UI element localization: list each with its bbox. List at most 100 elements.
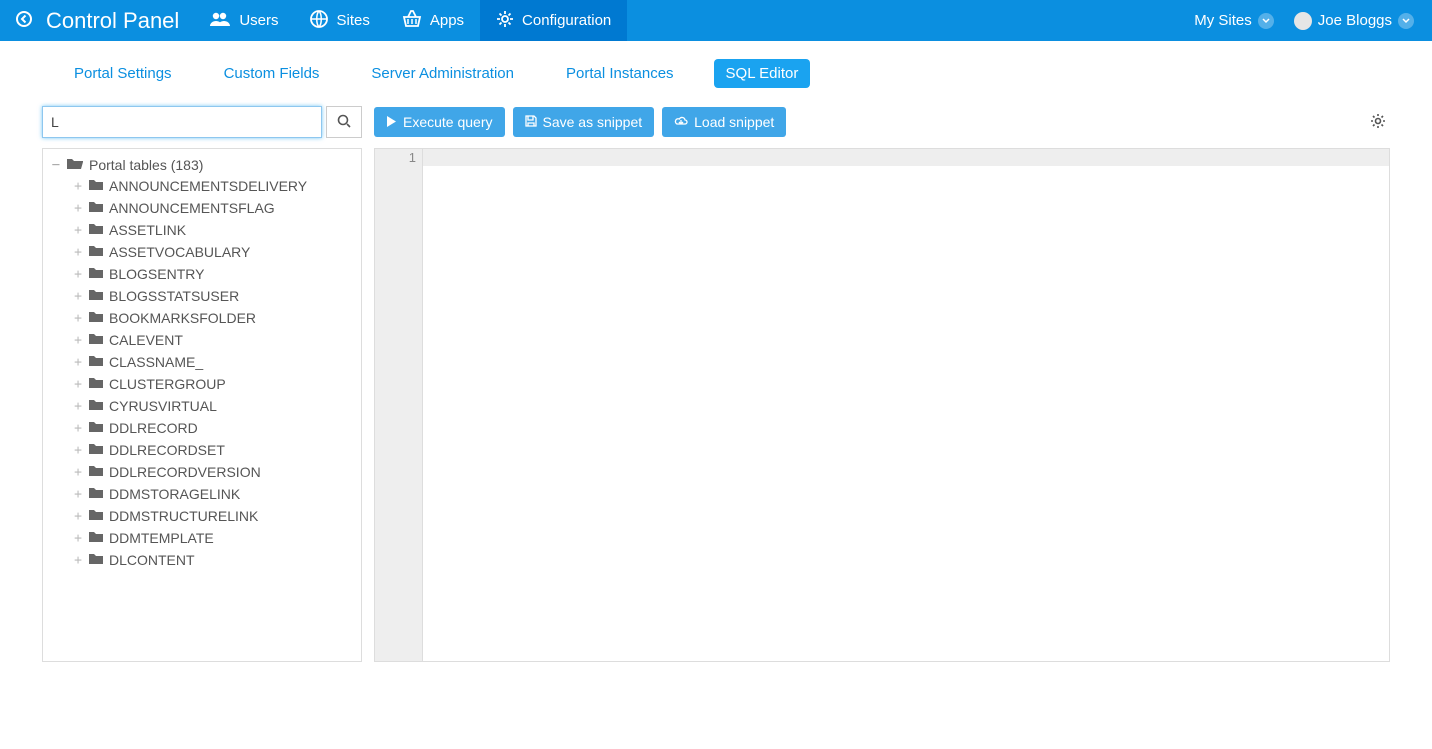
tree-item[interactable]: +DDLRECORDVERSION [69, 461, 357, 483]
collapse-icon[interactable]: − [51, 157, 61, 173]
save-label: Save as snippet [543, 114, 643, 130]
tree-item[interactable]: + ASSETVOCABULARY [69, 241, 357, 263]
tree-item-label: CLASSNAME_ [109, 354, 203, 370]
expand-icon[interactable]: + [73, 245, 83, 260]
folder-icon [89, 442, 103, 458]
tree-item[interactable]: +DDMTEMPLATE [69, 527, 357, 549]
expand-icon[interactable]: + [73, 487, 83, 502]
tree-item-label: ASSETLINK [109, 222, 186, 238]
chevron-down-icon [1398, 13, 1414, 29]
tree-item[interactable]: + BLOGSENTRY [69, 263, 357, 285]
execute-query-button[interactable]: Execute query [374, 107, 505, 137]
sql-editor[interactable]: 1 [374, 148, 1390, 662]
editor-settings-button[interactable] [1366, 109, 1390, 136]
save-snippet-button[interactable]: Save as snippet [513, 107, 655, 137]
tables-tree: − Portal tables (183) +ANNOUNCEMENTSDELI… [42, 148, 362, 662]
tree-item-label: ASSETVOCABULARY [109, 244, 250, 260]
tree-item-label: CLUSTERGROUP [109, 376, 226, 392]
main-area: − Portal tables (183) +ANNOUNCEMENTSDELI… [0, 106, 1432, 682]
tab-portal-instances[interactable]: Portal Instances [554, 59, 686, 88]
editor-code-area[interactable] [423, 149, 1389, 661]
tree-item-label: ANNOUNCEMENTSFLAG [109, 200, 275, 216]
nav-configuration-label: Configuration [522, 12, 611, 29]
load-label: Load snippet [694, 114, 774, 130]
nav-configuration[interactable]: Configuration [480, 0, 627, 41]
expand-icon[interactable]: + [73, 421, 83, 436]
folder-icon [89, 464, 103, 480]
left-column: − Portal tables (183) +ANNOUNCEMENTSDELI… [42, 106, 362, 662]
expand-icon[interactable]: + [73, 355, 83, 370]
expand-icon[interactable]: + [73, 311, 83, 326]
folder-icon [89, 508, 103, 524]
tab-custom-fields[interactable]: Custom Fields [212, 59, 332, 88]
save-icon [525, 114, 537, 130]
tab-server-administration[interactable]: Server Administration [359, 59, 526, 88]
line-number: 1 [381, 149, 416, 166]
tree-item[interactable]: +BLOGSSTATSUSER [69, 285, 357, 307]
folder-open-icon [67, 157, 83, 173]
globe-icon [310, 10, 328, 32]
nav-sites[interactable]: Sites [294, 0, 385, 41]
tree-item-label: DDMSTORAGELINK [109, 486, 240, 502]
gear-icon [1370, 116, 1386, 132]
avatar-icon [1294, 12, 1312, 30]
expand-icon[interactable]: + [73, 333, 83, 348]
back-button[interactable] [8, 11, 40, 30]
my-sites-label: My Sites [1194, 12, 1252, 29]
folder-icon [89, 288, 103, 304]
table-search-input[interactable] [42, 106, 322, 138]
tree-item[interactable]: + ANNOUNCEMENTSFLAG [69, 197, 357, 219]
tree-item-label: BOOKMARKSFOLDER [109, 310, 256, 326]
expand-icon[interactable]: + [73, 509, 83, 524]
tree-item-label: BLOGSENTRY [109, 266, 204, 282]
expand-icon[interactable]: + [73, 267, 83, 282]
expand-icon[interactable]: + [73, 553, 83, 568]
expand-icon[interactable]: + [73, 179, 83, 194]
folder-icon [89, 552, 103, 568]
expand-icon[interactable]: + [73, 201, 83, 216]
folder-icon [89, 486, 103, 502]
tree-item[interactable]: + DDMSTORAGELINK [69, 483, 357, 505]
my-sites-menu[interactable]: My Sites [1184, 12, 1284, 29]
tree-item[interactable]: + ASSETLINK [69, 219, 357, 241]
expand-icon[interactable]: + [73, 377, 83, 392]
execute-label: Execute query [403, 114, 493, 130]
tree-item[interactable]: + CALEVENT [69, 329, 357, 351]
folder-icon [89, 266, 103, 282]
expand-icon[interactable]: + [73, 399, 83, 414]
tree-item[interactable]: +CYRUSVIRTUAL [69, 395, 357, 417]
nav-apps-label: Apps [430, 12, 464, 29]
tree-item-label: DDMSTRUCTURELINK [109, 508, 258, 524]
tree-item[interactable]: + DDLRECORD [69, 417, 357, 439]
tree-root[interactable]: − Portal tables (183) [47, 155, 357, 175]
tree-item[interactable]: + CLASSNAME_ [69, 351, 357, 373]
chevron-down-icon [1258, 13, 1274, 29]
tree-item-label: CALEVENT [109, 332, 183, 348]
tree-item[interactable]: + DDMSTRUCTURELINK [69, 505, 357, 527]
expand-icon[interactable]: + [73, 531, 83, 546]
user-menu[interactable]: Joe Bloggs [1284, 12, 1424, 30]
editor-gutter: 1 [375, 149, 423, 661]
tab-portal-settings[interactable]: Portal Settings [62, 59, 184, 88]
folder-icon [89, 200, 103, 216]
nav-users[interactable]: Users [193, 0, 294, 41]
right-column: Execute query Save as snippet Load snipp… [374, 106, 1390, 662]
gear-icon [496, 10, 514, 32]
tree-item[interactable]: + DLCONTENT [69, 549, 357, 571]
tab-sql-editor[interactable]: SQL Editor [714, 59, 811, 88]
tree-item[interactable]: + BOOKMARKSFOLDER [69, 307, 357, 329]
expand-icon[interactable]: + [73, 223, 83, 238]
expand-icon[interactable]: + [73, 443, 83, 458]
expand-icon[interactable]: + [73, 465, 83, 480]
tree-item[interactable]: +DDLRECORDSET [69, 439, 357, 461]
tree-item[interactable]: + CLUSTERGROUP [69, 373, 357, 395]
load-snippet-button[interactable]: Load snippet [662, 107, 786, 137]
tree-item-label: DDLRECORD [109, 420, 198, 436]
tree-item-label: DLCONTENT [109, 552, 195, 568]
folder-icon [89, 178, 103, 194]
nav-apps[interactable]: Apps [386, 0, 480, 41]
users-icon [209, 11, 231, 31]
table-search-button[interactable] [326, 106, 362, 138]
expand-icon[interactable]: + [73, 289, 83, 304]
tree-item[interactable]: +ANNOUNCEMENTSDELIVERY [69, 175, 357, 197]
